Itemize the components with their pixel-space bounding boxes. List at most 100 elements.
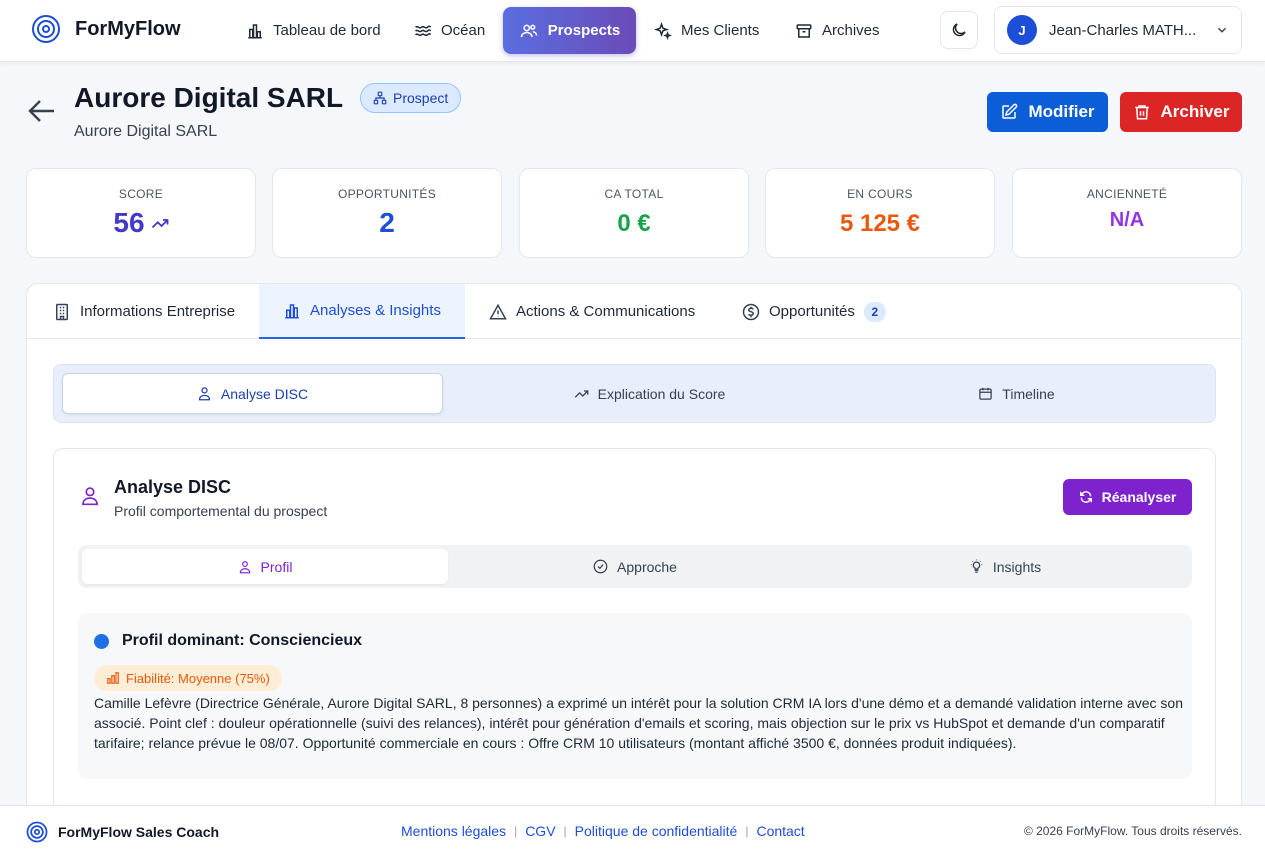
copyright: © 2026 ForMyFlow. Tous droits réservés. [1023,824,1242,838]
stat-card-en-cours: EN COURS 5 125 € [765,168,995,258]
footer-link-contact[interactable]: Contact [756,823,804,839]
tab-opportunites[interactable]: Opportunités 2 [742,284,886,339]
archive-icon [795,22,813,40]
user-icon [197,386,212,401]
tab-actions-communications[interactable]: Actions & Communications [489,284,695,339]
inner-tab-label: Approche [617,558,677,575]
stat-value: N/A [1109,209,1145,231]
stat-label: CA TOTAL [604,187,664,201]
sparkles-icon [654,21,672,40]
back-button[interactable] [26,98,56,124]
tab-analyses-insights[interactable]: Analyses & Insights [259,284,465,339]
inner-tab-label: Insights [992,558,1042,575]
nav-item-label: Prospects [547,22,621,39]
bar-chart-icon [246,22,264,40]
edit-button[interactable]: Modifier [987,92,1108,132]
tab-label: Informations Entreprise [80,303,236,320]
nav-item-label: Tableau de bord [273,22,381,39]
reliability-badge: Fiabilité: Moyenne (75%) [94,665,282,691]
dominant-profile-box: Profil dominant: Consciencieux Fiabilité… [78,613,1192,779]
inner-tab-label: Profil [260,558,293,575]
brand-name: ForMyFlow [75,17,181,40]
stat-card-score: SCORE 56 [26,168,256,258]
card-subtitle: Profil comportemental du prospect [114,503,328,519]
inner-tab-insights[interactable]: Insights [822,549,1188,584]
page-title: Aurore Digital SARL [74,82,344,113]
profile-color-dot [94,634,109,649]
tab-informations-entreprise[interactable]: Informations Entreprise [53,284,235,339]
disc-inner-tabs: Profil Approche Insights [78,545,1192,588]
subtab-analyse-disc[interactable]: Analyse DISC [62,373,443,414]
stat-card-ca-total: CA TOTAL 0 € [519,168,749,258]
user-icon [80,485,100,507]
analysis-subtabs: Analyse DISC Explication du Score Timeli… [53,364,1216,423]
nav-item-tableau-de-bord[interactable]: Tableau de bord [236,7,391,54]
stat-label: EN COURS [847,187,913,201]
footer-brand-name: ForMyFlow Sales Coach [58,824,220,840]
disc-analysis-card: Analyse DISC Profil comportemental du pr… [53,448,1216,848]
subtab-explication-du-score[interactable]: Explication du Score [459,373,840,414]
reanalyse-button[interactable]: Réanalyser [1063,479,1192,515]
dollar-circle-icon [742,303,760,321]
footer-links: Mentions légales | CGV | Politique de co… [401,823,805,839]
stat-label: OPPORTUNITÉS [337,187,437,201]
network-icon [373,91,387,105]
chevron-down-icon [1215,23,1229,37]
edit-button-label: Modifier [1028,102,1095,121]
reanalyse-label: Réanalyser [1101,489,1177,505]
bar-chart-icon [283,302,301,320]
building-icon [53,303,71,321]
stat-value: 0 € [617,210,651,237]
subtab-timeline[interactable]: Timeline [826,373,1207,414]
tab-label: Opportunités [769,303,855,320]
footer-brand: ForMyFlow Sales Coach [26,821,219,843]
status-badge: Prospect [360,83,462,113]
profile-title: Profil dominant: Consciencieux [122,632,363,649]
archive-button[interactable]: Archiver [1120,92,1242,132]
footer-link-cgv[interactable]: CGV [525,823,555,839]
lightbulb-icon [969,559,984,574]
archive-button-label: Archiver [1160,102,1230,121]
reliability-label: Fiabilité: Moyenne (75%) [126,670,270,686]
subtab-label: Analyse DISC [220,385,309,402]
footer-separator: | [745,824,749,838]
profile-description: Camille Lefèvre (Directrice Générale, Au… [94,695,1184,751]
signal-bars-icon [106,671,120,685]
nav-item-ocean[interactable]: Océan [404,7,495,54]
tab-bar: Informations Entreprise Analyses & Insig… [27,284,1241,339]
theme-toggle-button[interactable] [940,11,978,49]
stat-value: 5 125 € [839,210,921,237]
calendar-icon [978,386,993,401]
brand[interactable]: ForMyFlow [31,14,181,44]
avatar: J [1007,15,1037,45]
user-name: Jean-Charles MATH... [1049,21,1197,39]
logo-icon [26,821,48,843]
detail-panel: Informations Entreprise Analyses & Insig… [26,283,1242,853]
user-icon [238,560,252,574]
stat-value: 2 [379,207,395,238]
nav-item-label: Océan [441,22,486,39]
stat-card-anciennete: ANCIENNETÉ N/A [1012,168,1242,258]
trash-icon [1133,103,1151,121]
nav-item-prospects[interactable]: Prospects [503,7,636,54]
nav-item-label: Archives [822,22,880,39]
refresh-icon [1079,490,1093,504]
user-menu-button[interactable]: J Jean-Charles MATH... [994,6,1242,54]
stat-value: 56 [113,207,145,238]
stat-card-opportunites: OPPORTUNITÉS 2 [272,168,502,258]
subtab-label: Timeline [1002,385,1055,402]
footer-separator: | [563,824,567,838]
nav-item-label: Mes Clients [681,22,760,39]
edit-icon [1000,103,1018,121]
inner-tab-approche[interactable]: Approche [452,549,818,584]
stat-label: ANCIENNETÉ [1086,187,1168,201]
inner-tab-profil[interactable]: Profil [82,549,448,584]
nav-item-mes-clients[interactable]: Mes Clients [644,7,769,54]
footer-link-mentions-legales[interactable]: Mentions légales [401,823,506,839]
warning-icon [489,303,507,321]
moon-icon [950,21,968,39]
footer-link-privacy[interactable]: Politique de confidentialité [575,823,738,839]
footer: ForMyFlow Sales Coach Mentions légales |… [0,805,1265,853]
check-circle-icon [593,559,608,574]
nav-item-archives[interactable]: Archives [785,7,890,54]
